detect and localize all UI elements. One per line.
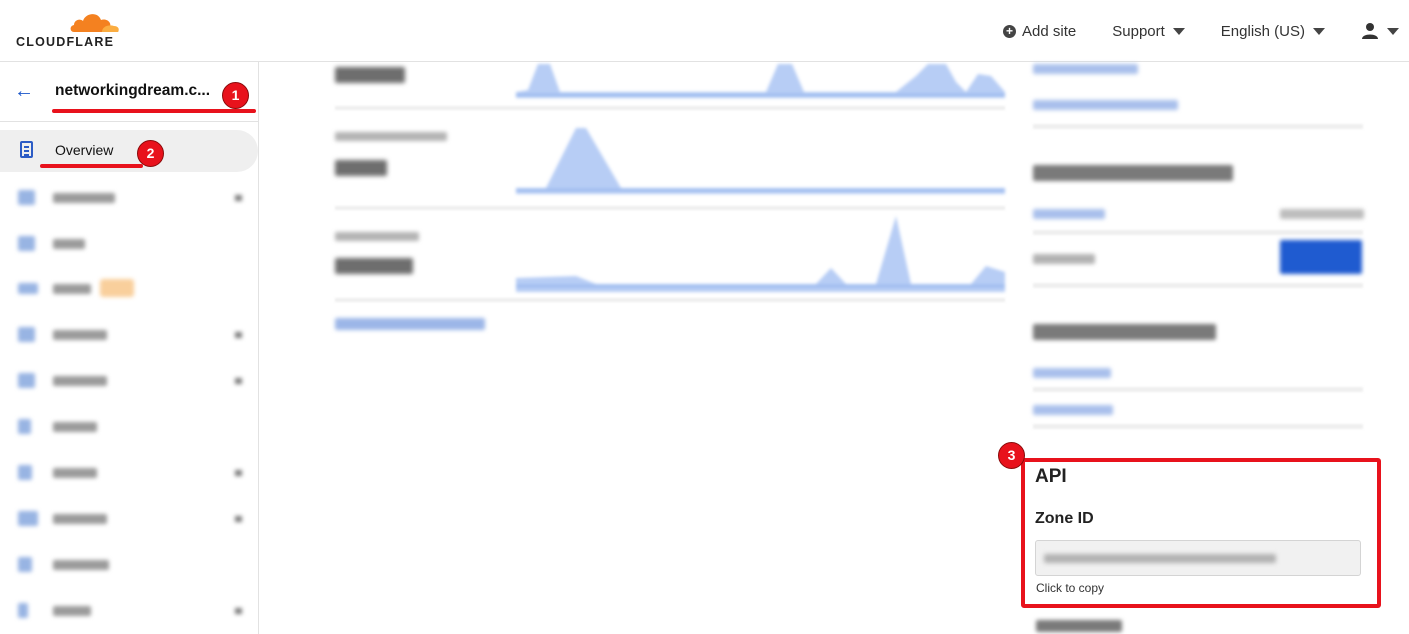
annotation-underline-1 [52,109,256,113]
sidebar-item-blurred[interactable] [0,545,258,585]
language-label: English (US) [1220,22,1305,40]
annotation-badge-3: 3 [998,442,1025,469]
metric-card [335,214,1005,304]
sidebar-item-blurred[interactable] [0,407,258,447]
sidebar-item-label: Overview [55,142,114,158]
click-to-copy-hint: Click to copy [1036,581,1105,595]
blurred-link[interactable] [1033,405,1113,415]
site-header: ← networkingdream.c... [0,62,258,122]
chevron-down-icon [1313,27,1325,35]
user-icon [1362,23,1378,39]
view-more-analytics-link[interactable] [335,318,485,330]
support-dropdown[interactable]: Support [1112,23,1185,40]
plus-circle-icon: + [1003,24,1017,38]
annotation-underline-2 [40,164,143,168]
back-arrow-icon[interactable]: ← [14,80,34,103]
blurred-button[interactable] [1280,240,1362,274]
blurred-heading [1033,324,1216,340]
sidebar-item-blurred[interactable] [0,224,258,264]
blurred-link[interactable] [1033,209,1105,219]
cloudflare-logo[interactable]: CLOUDFLARE [16,10,126,50]
sidebar-item-blurred[interactable] [0,453,258,493]
zone-id-value-redacted [1044,554,1276,563]
language-dropdown[interactable]: English (US) [1221,23,1325,40]
metric-card [335,62,1005,112]
logo-wordmark: CLOUDFLARE [16,35,115,49]
blurred-text [1280,209,1364,219]
sidebar-item-blurred[interactable] [0,315,258,355]
annotation-badge-2: 2 [137,140,164,167]
chevron-down-icon [1172,27,1185,35]
user-menu[interactable] [1361,22,1399,40]
zone-id-label: Zone ID [1035,510,1094,527]
sidebar-item-blurred[interactable] [0,591,258,631]
sidebar-item-blurred[interactable] [0,269,258,309]
sidebar-item-blurred[interactable] [0,361,258,401]
blurred-link[interactable] [1033,368,1111,378]
annotation-badge-1: 1 [222,82,249,109]
document-icon [20,141,33,158]
sparkline-chart [516,128,1005,194]
add-site-button[interactable]: + Add site [1003,23,1076,40]
blurred-link[interactable] [1033,64,1138,74]
sidebar: ← networkingdream.c... 1 Overview 2 [0,62,259,634]
sparkline-chart [516,216,1005,292]
top-navigation-bar: CLOUDFLARE + Add site Support English (U… [0,0,1409,62]
metric-card [335,122,1005,212]
site-name[interactable]: networkingdream.c... [55,82,210,100]
header-actions: + Add site Support English (US) [1003,0,1409,62]
blurred-link[interactable] [1033,100,1178,110]
support-label: Support [1112,22,1165,40]
zone-id-field[interactable] [1035,540,1361,576]
api-section-title: API [1035,466,1067,487]
add-site-label: Add site [1022,22,1077,40]
sidebar-item-blurred[interactable] [0,178,258,218]
blurred-heading [1033,165,1233,181]
blurred-text [1033,254,1095,264]
sparkline-chart [516,64,1005,98]
sidebar-item-blurred[interactable] [0,499,258,539]
chevron-down-icon [1387,27,1399,35]
blurred-heading [1036,620,1122,632]
cloud-icon [70,14,119,32]
